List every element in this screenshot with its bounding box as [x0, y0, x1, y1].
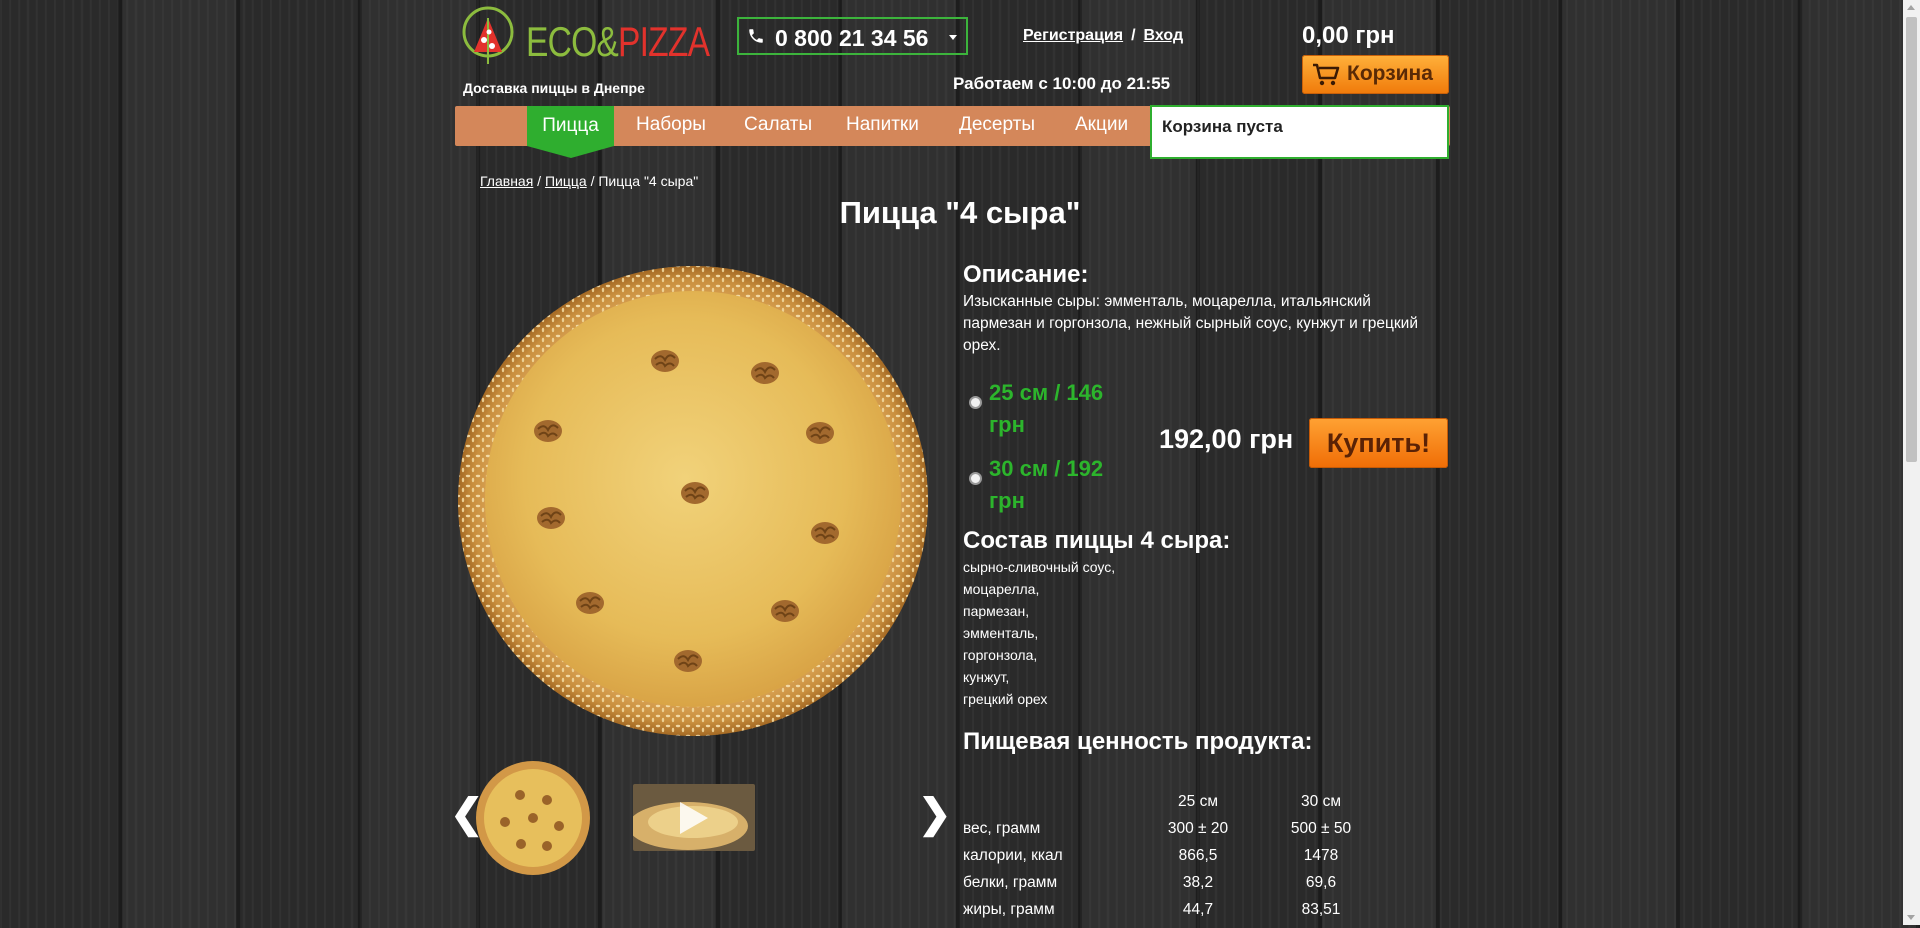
cart-empty-panel: Корзина пуста — [1150, 105, 1449, 159]
nav-item-sets[interactable]: Наборы — [636, 114, 706, 136]
size-radio-30[interactable] — [969, 472, 982, 485]
description-text: Изысканные сыры: эмменталь, моцарелла, и… — [963, 293, 1418, 354]
size-label-25-line2: грн — [989, 412, 1025, 437]
phone-icon — [749, 29, 763, 43]
cart-button[interactable]: Корзина — [1302, 55, 1449, 94]
login-link[interactable]: Вход — [1144, 27, 1184, 44]
breadcrumb-separator: / — [533, 173, 545, 189]
size-option-25[interactable]: 25 см / 146 грн — [966, 376, 1136, 442]
gallery-thumbnail-pizza[interactable] — [475, 760, 591, 876]
nav-active-indicator — [527, 146, 614, 158]
nutrition-table: 25 см 30 см вес, грамм 300 ± 20 500 ± 50… — [963, 793, 1351, 928]
pizza-image — [458, 266, 928, 736]
nutrition-heading: Пищевая ценность продукта: — [963, 728, 1313, 755]
composition-item: горгонзола, — [963, 647, 1038, 663]
nutrition-row: калории, ккал 866,5 1478 — [963, 847, 1343, 874]
auth-separator: / — [1131, 27, 1136, 44]
breadcrumb-category[interactable]: Пицца — [545, 173, 587, 189]
composition-item: сырно-сливочный соус, — [963, 559, 1116, 575]
size-radio-25[interactable] — [969, 396, 982, 409]
nutrition-row: вес, грамм 300 ± 20 500 ± 50 — [963, 820, 1351, 847]
cart-icon — [1313, 63, 1340, 86]
logo-text: ECO&PIZZA — [526, 18, 710, 65]
scroll-down-icon[interactable] — [1907, 915, 1915, 920]
gallery-thumbnail-video[interactable] — [633, 784, 755, 851]
composition-item: пармезан, — [963, 603, 1030, 619]
nutrition-row: жиры, грамм 44,7 83,51 — [963, 901, 1343, 928]
nutrition-label: жиры, грамм — [963, 901, 1055, 918]
nutrition-value: 866,5 — [1178, 847, 1218, 864]
scrollbar-thumb[interactable] — [1906, 17, 1917, 462]
nutrition-value: 83,51 — [1301, 901, 1341, 918]
size-label-30-line2: грн — [989, 488, 1025, 513]
buy-button[interactable]: Купить! — [1309, 418, 1448, 468]
nav-item-drinks[interactable]: Напитки — [846, 114, 919, 136]
working-hours: Работаем с 10:00 до 21:55 — [953, 74, 1171, 93]
scroll-up-icon[interactable] — [1907, 5, 1915, 10]
nutrition-label: калории, ккал — [963, 847, 1063, 864]
auth-links: Регистрация / Вход — [1023, 27, 1183, 45]
nutrition-col-header: 25 см — [1178, 793, 1218, 810]
nav-item-salads[interactable]: Салаты — [744, 114, 812, 136]
nutrition-label: вес, грамм — [963, 820, 1041, 837]
page-scrollbar[interactable] — [1903, 0, 1920, 925]
nutrition-value: 69,6 — [1305, 874, 1337, 891]
composition-item: эмменталь, — [963, 625, 1039, 641]
breadcrumb-home[interactable]: Главная — [480, 173, 533, 189]
register-link[interactable]: Регистрация — [1023, 27, 1123, 44]
nutrition-value: 38,2 — [1182, 874, 1214, 891]
breadcrumb-separator: / — [586, 173, 599, 189]
cart-button-label: Корзина — [1347, 62, 1433, 85]
composition-item: грецкий орех — [963, 691, 1048, 707]
size-option-30[interactable]: 30 см / 192 грн — [966, 452, 1136, 518]
breadcrumb: Главная / Пицца / Пицца "4 сыра" — [480, 173, 698, 189]
gallery-next-button[interactable]: ❯ — [918, 790, 952, 838]
nav-item-promos[interactable]: Акции — [1075, 114, 1128, 136]
tagline: Доставка пиццы в Днепре — [463, 80, 645, 96]
cart-total: 0,00 грн — [1302, 22, 1395, 49]
chevron-down-icon — [949, 35, 957, 40]
description-heading: Описание: — [963, 261, 1089, 288]
composition-item: кунжут, — [963, 669, 1010, 685]
nutrition-col-header: 30 см — [1301, 793, 1341, 810]
nutrition-value: 300 ± 20 — [1167, 820, 1229, 837]
nutrition-header-row: 25 см 30 см — [963, 793, 1343, 820]
size-label-25-line1: 25 см / 146 — [989, 380, 1104, 405]
nutrition-label: белки, грамм — [963, 874, 1058, 891]
breadcrumb-current: Пицца "4 сыра" — [598, 173, 699, 189]
nutrition-value: 1478 — [1303, 847, 1339, 864]
size-label-30-line1: 30 см / 192 — [989, 456, 1104, 481]
nutrition-value: 500 ± 50 — [1290, 820, 1352, 837]
nav-item-desserts[interactable]: Десерты — [959, 114, 1035, 136]
product-price: 192,00 грн — [1159, 424, 1294, 454]
phone-dropdown[interactable]: 0 800 21 34 56 — [737, 17, 968, 55]
nav-item-pizza[interactable]: Пицца — [527, 106, 614, 146]
site-logo[interactable]: ECO&PIZZA — [460, 6, 710, 72]
pizza-logo-icon — [462, 6, 514, 64]
composition-list: сырно-сливочный соус, моцарелла, пармеза… — [963, 556, 1115, 710]
composition-heading: Состав пиццы 4 сыра: — [963, 527, 1231, 554]
product-title: Пицца "4 сыра" — [839, 195, 1081, 230]
phone-number: 0 800 21 34 56 — [775, 25, 929, 51]
composition-item: моцарелла, — [963, 581, 1040, 597]
nutrition-row: белки, грамм 38,2 69,6 — [963, 874, 1343, 901]
nutrition-value: 44,7 — [1182, 901, 1214, 918]
